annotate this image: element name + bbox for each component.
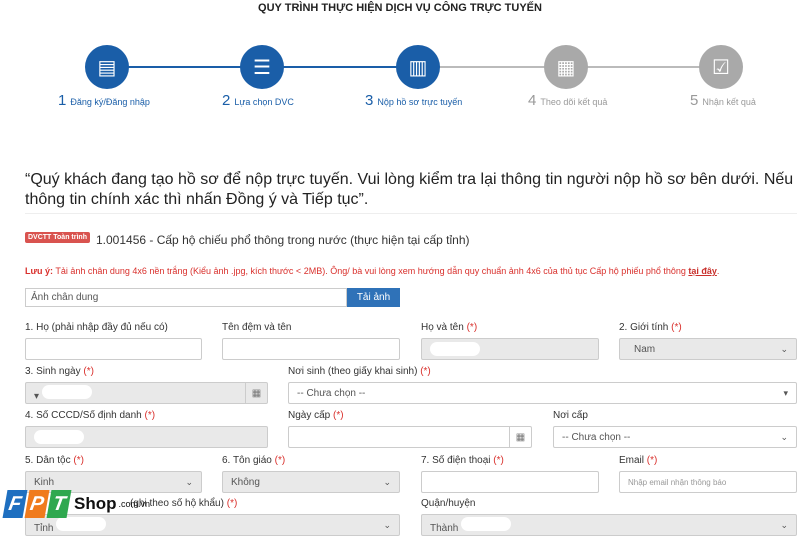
- label-cccd: 4. Số CCCD/Số định danh (*): [25, 410, 156, 421]
- step-1: 1 Đăng ký/Đăng nhập: [58, 92, 150, 109]
- document-upload-icon: ▥: [396, 45, 440, 89]
- guide-link[interactable]: tại đây: [688, 266, 717, 276]
- label-noisinh: Nơi sinh (theo giấy khai sinh) (*): [288, 366, 431, 377]
- label-dantoc: 5. Dân tộc (*): [25, 455, 84, 466]
- upload-button[interactable]: Tải ảnh: [347, 288, 400, 307]
- label-ten: Tên đệm và tên: [222, 322, 292, 333]
- ngaycap-input[interactable]: ▦: [288, 426, 532, 448]
- label-quanhuyen: Quận/huyện: [421, 498, 476, 509]
- divider: [25, 213, 797, 214]
- label-sdt: 7. Số điện thoại (*): [421, 455, 504, 466]
- gioitinh-select[interactable]: Nam ⌄: [619, 338, 797, 360]
- label-noicap: Nơi cấp: [553, 410, 588, 421]
- cccd-input[interactable]: [25, 426, 268, 448]
- noicap-select[interactable]: -- Chưa chọn -- ⌄: [553, 426, 797, 448]
- calendar-icon[interactable]: ▦: [509, 427, 531, 447]
- fptshop-logo: F P T Shop .com.vn: [2, 490, 150, 518]
- ten-input[interactable]: [222, 338, 400, 360]
- label-tongiao: 6. Tôn giáo (*): [222, 455, 286, 466]
- clipboard-icon: ▦: [544, 45, 588, 89]
- notice-text: “Quý khách đang tạo hồ sơ để nộp trực tu…: [25, 171, 794, 208]
- label-hoten: Họ và tên (*): [421, 322, 478, 333]
- sdt-input[interactable]: [421, 471, 599, 493]
- label-gioitinh: 2. Giới tính (*): [619, 322, 682, 333]
- photo-warning: Lưu ý: Tải ảnh chân dung 4x6 nền trắng (…: [25, 266, 720, 276]
- hoten-input[interactable]: [421, 338, 599, 360]
- label-email: Email (*): [619, 455, 658, 466]
- tongiao-select[interactable]: Không ⌄: [222, 471, 400, 493]
- calendar-icon[interactable]: ▦: [245, 383, 267, 403]
- page-title: QUY TRÌNH THỰC HIỆN DỊCH VỤ CÔNG TRỰC TU…: [258, 2, 542, 14]
- checkbox-icon: ☑: [699, 45, 743, 89]
- ho-input[interactable]: [25, 338, 202, 360]
- email-input[interactable]: Nhập email nhận thông báo: [619, 471, 797, 493]
- sinhngay-input[interactable]: ▾ ▦: [25, 382, 268, 404]
- procedure-name: 1.001456 - Cấp hộ chiếu phổ thông trong …: [96, 233, 470, 247]
- label-sinhngay: 3. Sinh ngày (*): [25, 366, 94, 377]
- id-card-icon: ▤: [85, 45, 129, 89]
- portrait-input[interactable]: Ảnh chân dung: [25, 288, 347, 307]
- label-ngaycap: Ngày cấp (*): [288, 410, 344, 421]
- step-2: 2 Lựa chọn DVC: [222, 92, 294, 109]
- list-icon: ☰: [240, 45, 284, 89]
- label-ho: 1. Họ (phải nhập đầy đủ nếu có): [25, 322, 168, 333]
- chevron-down-icon: ⌄: [780, 343, 788, 354]
- step-3: 3 Nộp hồ sơ trực tuyến: [365, 92, 463, 109]
- step-4: 4 Theo dõi kết quả: [528, 92, 608, 109]
- step-5: 5 Nhận kết quả: [690, 92, 756, 109]
- noisinh-select[interactable]: -- Chưa chọn -- ▾: [288, 382, 797, 404]
- service-badge: DVCTT Toàn trình: [25, 232, 90, 243]
